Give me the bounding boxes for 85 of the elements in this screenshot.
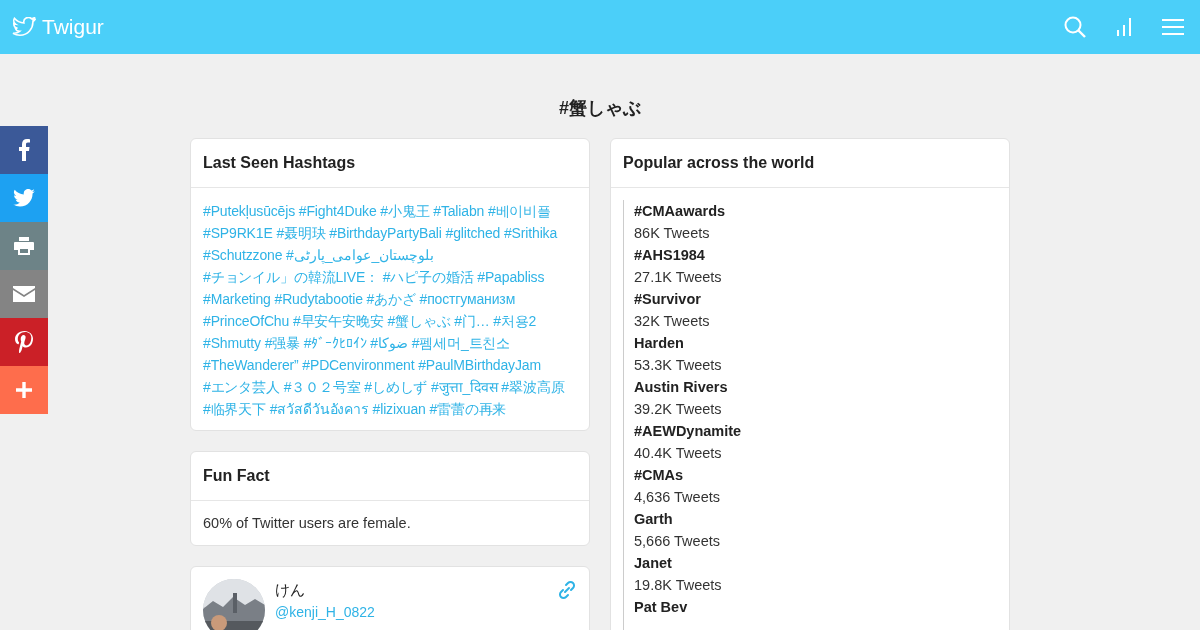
hashtag-link[interactable]: #Rudytabootie	[274, 291, 363, 307]
tweet-count: 40.4K Tweets	[634, 444, 723, 463]
tweet-count: 4,636 Tweets	[634, 488, 721, 507]
hashtag-link[interactable]: #蟹しゃぶ	[387, 313, 451, 329]
tweet-count: 53.3K Tweets	[634, 356, 723, 375]
tweet-count: 19.8K Tweets	[634, 576, 723, 595]
hashtag-link[interactable]: #जुत्ता_दिवस	[431, 379, 498, 395]
search-icon[interactable]	[1064, 16, 1086, 38]
hashtag-link[interactable]: #Putekļusūcējs	[203, 203, 296, 219]
card-title: Fun Fact	[191, 452, 589, 501]
hashtag-link[interactable]: #처용2	[493, 313, 537, 329]
page-title: #蟹しゃぶ	[558, 97, 642, 120]
hashtag-link[interactable]: #สวัสดีวันอังคาร	[269, 401, 369, 417]
trend-name[interactable]: #CMAs	[634, 464, 997, 486]
user-name: けん	[275, 581, 306, 600]
share-button[interactable]	[0, 366, 48, 414]
menu-icon[interactable]	[1162, 19, 1184, 35]
share-button[interactable]	[0, 174, 48, 222]
share-button[interactable]	[0, 270, 48, 318]
hashtag-link[interactable]: #Taliabn	[433, 203, 485, 219]
hashtag-link[interactable]: #ضوکا	[370, 335, 408, 351]
card-title: Popular across the world	[611, 139, 1009, 188]
hashtag-link[interactable]: #TheWanderer”	[203, 357, 299, 373]
hashtag-link[interactable]: #Papabliss	[477, 269, 545, 285]
hashtag-link[interactable]: #PaulMBirthdayJam	[418, 357, 541, 373]
hashtag-link[interactable]: #Srithika	[504, 225, 558, 241]
tweet-count: 27.1K Tweets	[634, 268, 723, 287]
hashtag-link[interactable]: #早安午安晚安	[292, 313, 384, 329]
trend-name[interactable]: #Survivor	[634, 288, 997, 310]
trend-name[interactable]: Harden	[634, 332, 997, 354]
user-handle[interactable]: @kenji_H_0822	[275, 604, 547, 620]
hashtag-link[interactable]: #بلوچستان_عوامی_پارٹی	[286, 247, 435, 263]
share-button[interactable]	[0, 126, 48, 174]
tweet-count: 32K Tweets	[634, 312, 711, 331]
hashtag-link[interactable]: #постгуманизм	[419, 291, 516, 307]
hashtag-link[interactable]: #lizixuan	[372, 401, 426, 417]
card-title: Last Seen Hashtags	[191, 139, 589, 188]
fun-fact-text: 60% of Twitter users are female.	[202, 514, 412, 533]
hashtag-link[interactable]: #雷蕾の再来	[429, 401, 507, 417]
hashtag-link[interactable]: #PDCenvironment	[302, 357, 415, 373]
link-icon[interactable]	[557, 580, 577, 600]
brand-name[interactable]: Twigur	[42, 15, 104, 39]
printer-icon	[14, 237, 34, 255]
trend-name[interactable]: #CMAawards	[634, 200, 997, 222]
hashtag-link[interactable]: #チョンイル」の韓流LIVE：	[203, 269, 380, 285]
hashtag-link[interactable]: #聂明玦	[276, 225, 326, 241]
hashtag-link[interactable]: #Shmutty	[203, 335, 261, 351]
hashtag-link[interactable]: #펨세머_트친소	[411, 335, 511, 351]
trend-name[interactable]: Janet	[634, 552, 997, 574]
trend-name[interactable]: #AEWDynamite	[634, 420, 997, 442]
tweet-count: 39.2K Tweets	[634, 400, 723, 419]
hashtag-link[interactable]: #エンタ芸人	[203, 379, 280, 395]
hashtag-link[interactable]: #PrinceOfChu	[203, 313, 290, 329]
hashtag-link[interactable]: #３０２号室	[283, 379, 361, 395]
hashtag-link[interactable]: #翠波高原	[501, 379, 565, 395]
hashtag-link[interactable]: #베이비플	[487, 203, 551, 219]
hashtag-link[interactable]: #ﾀﾞｰｸﾋﾛｲﾝ	[303, 335, 367, 351]
hashtag-link[interactable]: #Marketing	[203, 291, 271, 307]
hashtag-link[interactable]: #BirthdayPartyBali	[329, 225, 442, 241]
pin-icon	[15, 331, 33, 353]
bar-chart-icon[interactable]	[1116, 18, 1132, 36]
bird-icon	[12, 17, 36, 37]
hashtag-link[interactable]: #小鬼王	[380, 203, 430, 219]
hashtag-link[interactable]: #しめしず	[364, 379, 428, 395]
tweet-count: 86K Tweets	[634, 224, 711, 243]
trend-name[interactable]: Garth	[634, 508, 997, 530]
hashtag-link[interactable]: #SP9RK1E	[203, 225, 273, 241]
share-button[interactable]	[0, 318, 48, 366]
facebook-icon	[18, 139, 30, 161]
tweet-count: 5,666 Tweets	[634, 532, 721, 551]
share-button[interactable]	[0, 222, 48, 270]
trend-name[interactable]: Austin Rivers	[634, 376, 997, 398]
plus-icon	[16, 382, 32, 398]
trend-name[interactable]: #AHS1984	[634, 244, 997, 266]
bird-icon	[13, 189, 35, 207]
hashtag-link[interactable]: #glitched	[445, 225, 501, 241]
hashtag-link[interactable]: #门…	[454, 313, 490, 329]
envelope-icon	[13, 286, 35, 302]
hashtag-link[interactable]: #Schutzzone	[203, 247, 283, 263]
hashtag-link[interactable]: #ハピ子の婚活	[382, 269, 474, 285]
hashtag-link[interactable]: #强暴	[264, 335, 301, 351]
trend-name[interactable]: Pat Bev	[634, 596, 997, 618]
hashtag-link[interactable]: #あかざ	[366, 291, 416, 307]
hashtag-link[interactable]: #临界天下	[203, 401, 267, 417]
hashtag-link[interactable]: #Fight4Duke	[298, 203, 377, 219]
